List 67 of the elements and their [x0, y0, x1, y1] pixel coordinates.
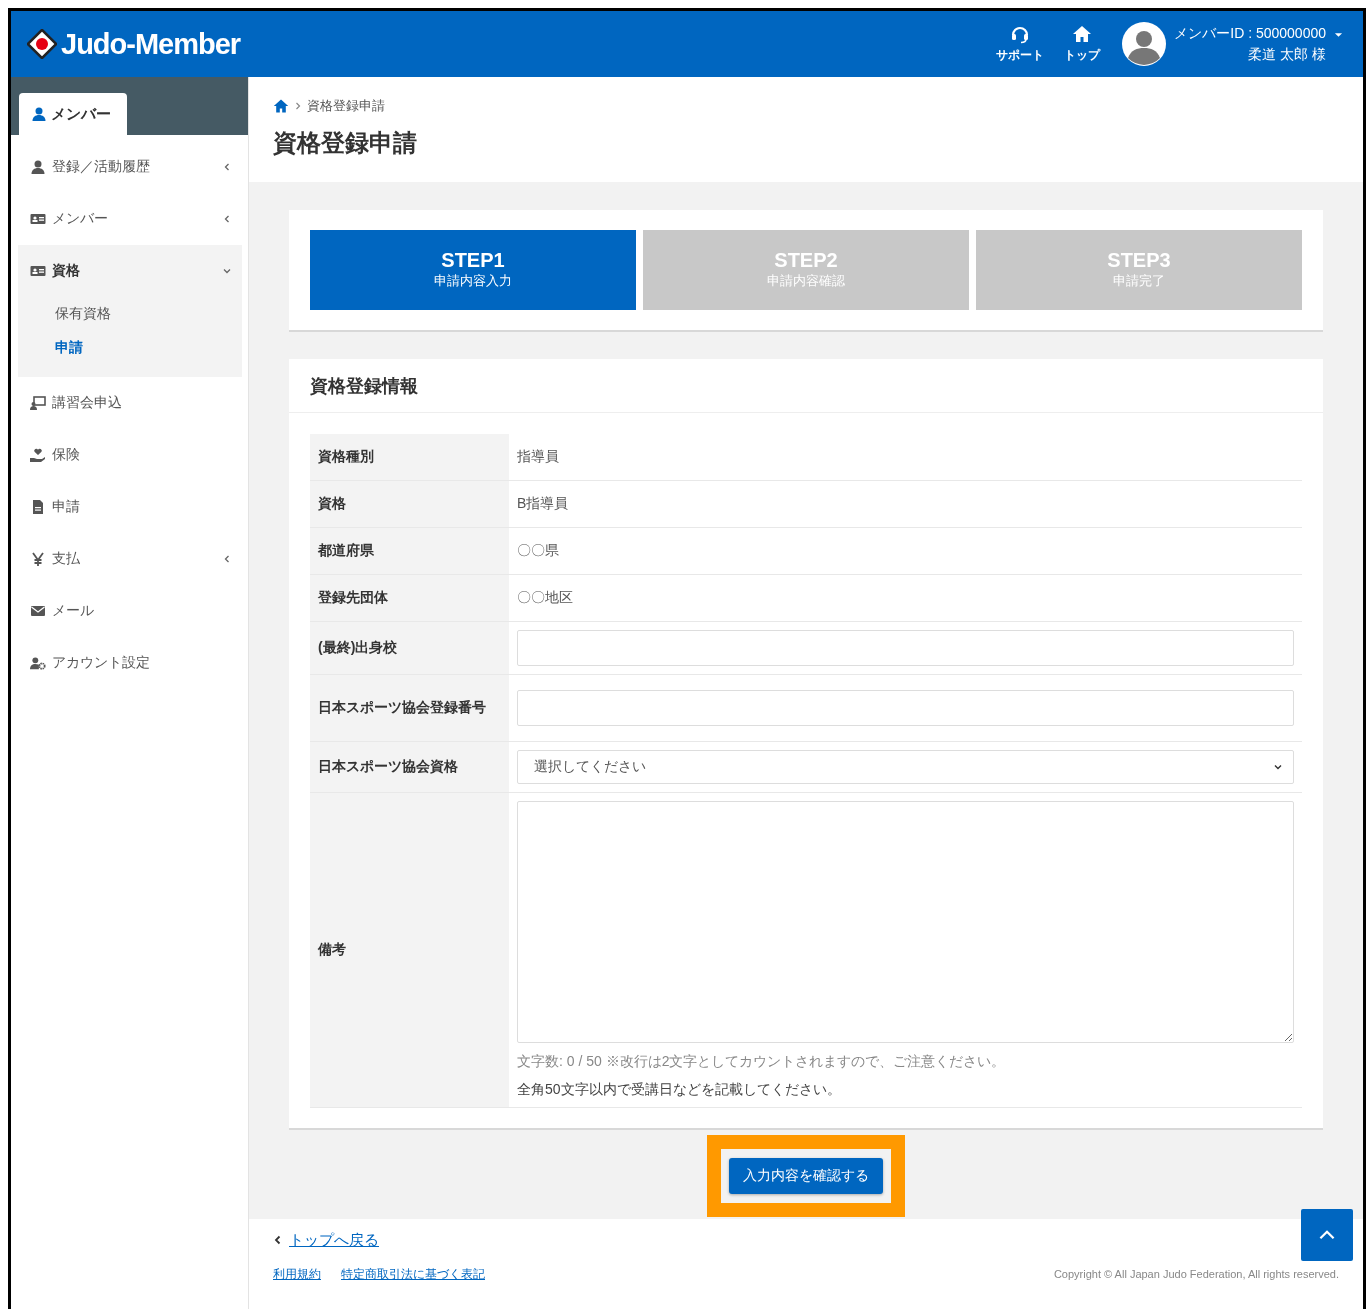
sidebar-item[interactable]: 支払	[18, 533, 242, 585]
footer-link[interactable]: 利用規約	[273, 1265, 321, 1283]
document-icon	[30, 499, 46, 515]
headset-icon	[1010, 24, 1031, 44]
field-label: 都道府県	[310, 527, 509, 574]
chevron-left-icon	[222, 214, 232, 224]
nav-link[interactable]: サポート	[996, 24, 1045, 64]
field-label: 登録先団体	[310, 574, 509, 621]
yen-icon	[30, 551, 46, 567]
field-value: B指導員	[517, 494, 570, 513]
step-indicator: STEP1 申請内容入力	[310, 229, 636, 310]
scroll-top-button[interactable]	[1301, 1209, 1353, 1261]
field-value: 指導員	[517, 447, 560, 466]
sidebar-item[interactable]: 保険	[18, 429, 242, 481]
textarea-field[interactable]	[517, 800, 1294, 1043]
sidebar-item[interactable]: メンバー	[18, 193, 242, 245]
sidebar-tab[interactable]: メンバー	[19, 93, 127, 135]
chevron-left-icon	[222, 162, 232, 172]
home-icon[interactable]	[273, 98, 289, 114]
breadcrumb-item: 資格登録申請	[307, 97, 385, 115]
section-title: 資格登録情報	[289, 358, 1323, 413]
sidebar-item[interactable]: 講習会申込	[18, 377, 242, 429]
caret-icon[interactable]	[1334, 32, 1343, 38]
field-label: 資格種別	[310, 433, 509, 480]
sidebar-tab-label: メンバー	[51, 104, 111, 124]
home-icon	[1072, 24, 1093, 44]
sidebar-item[interactable]: 申請	[18, 481, 242, 533]
page-title: 資格登録申請	[273, 128, 418, 158]
select-field[interactable]: 選択してください	[517, 749, 1294, 784]
id-card-icon	[30, 263, 46, 279]
field-label: 資格	[310, 480, 509, 527]
character-counter: 文字数: 0 / 50 ※改行は2文字としてカウントされますので、ご注意ください。	[517, 1052, 1007, 1071]
back-link[interactable]: トップへ戻る	[289, 1230, 379, 1250]
sidebar-item[interactable]: 資格	[18, 245, 242, 297]
field-value: 〇〇地区	[517, 588, 574, 607]
input-field[interactable]	[517, 689, 1294, 726]
chevron-left-icon	[273, 1235, 283, 1246]
avatar-icon[interactable]	[1122, 22, 1167, 66]
footer-link[interactable]: 特定商取引法に基づく表記	[341, 1265, 485, 1283]
copyright: Copyright © All Japan Judo Federation, All rights reserved.	[1053, 1268, 1339, 1281]
field-label: (最終)出身校	[310, 621, 509, 674]
member-id: メンバーID : 500000000	[1174, 24, 1326, 43]
envelope-icon	[30, 603, 46, 619]
hand-heart-icon	[30, 447, 46, 463]
confirm-button[interactable]: 入力内容を確認する	[729, 1157, 883, 1194]
chevron-left-icon	[222, 554, 232, 564]
sidebar-item[interactable]: メール	[18, 585, 242, 637]
logo-text: Judo-Member	[61, 27, 241, 61]
field-label: 備考	[310, 792, 509, 1107]
chevron-right-icon	[293, 101, 303, 111]
submenu-item[interactable]: 申請	[18, 331, 242, 365]
sidebar-item[interactable]: アカウント設定	[18, 637, 242, 689]
field-note: 全角50文字以内で受講日などを記載してください。	[517, 1080, 842, 1099]
presentation-icon	[30, 395, 46, 411]
field-label: 日本スポーツ協会資格	[310, 741, 509, 792]
field-value: 〇〇県	[517, 541, 560, 560]
chevron-down-icon	[222, 266, 232, 276]
field-label: 日本スポーツ協会登録番号	[310, 674, 509, 741]
id-card-icon	[30, 211, 46, 227]
sidebar-item[interactable]: 登録／活動履歴	[18, 141, 242, 193]
submenu-item[interactable]: 保有資格	[18, 297, 242, 331]
person-icon	[30, 159, 46, 175]
nav-link[interactable]: トップ	[1064, 24, 1101, 64]
person-icon	[31, 106, 47, 122]
user-name: 柔道 太郎 様	[1248, 45, 1326, 64]
input-field[interactable]	[517, 629, 1294, 666]
user-gear-icon	[30, 655, 46, 671]
